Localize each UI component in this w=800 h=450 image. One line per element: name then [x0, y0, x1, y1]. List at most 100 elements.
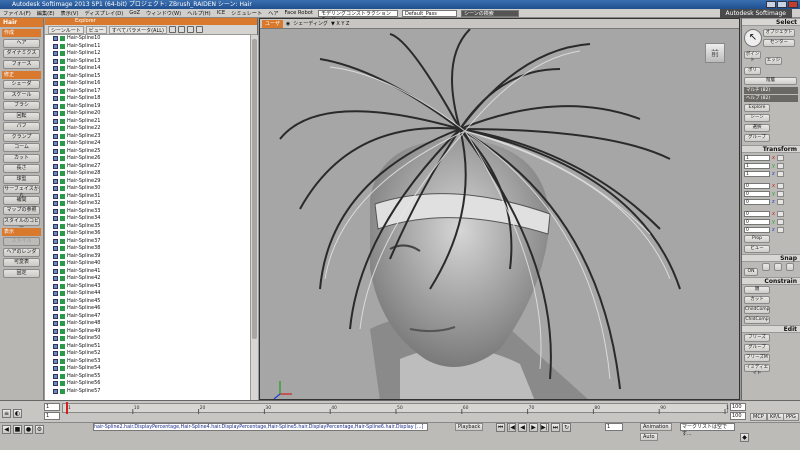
scene-search-input[interactable]: シーンの検索 — [460, 9, 519, 17]
modify-tool-button-3[interactable]: 回転 — [3, 111, 40, 121]
tree-item[interactable]: Hair-Spline57 — [45, 388, 250, 396]
constrain-parent-button[interactable]: 親 — [744, 286, 770, 294]
start-frame-field-2[interactable]: 1 — [44, 412, 60, 420]
end-frame-field-2[interactable]: 100 — [730, 412, 746, 420]
transform-value-field[interactable]: 0 — [744, 210, 770, 217]
expand-icon[interactable] — [53, 336, 58, 342]
expand-icon[interactable] — [53, 261, 58, 267]
modify-tool-button-6[interactable]: コーム — [3, 143, 40, 152]
tree-item[interactable]: Hair-Spline56 — [45, 380, 250, 388]
freeze-m-button[interactable]: フリーズM — [744, 354, 770, 362]
childcomp-button[interactable]: ChildComp — [744, 306, 770, 314]
toolbar-title[interactable]: Hair — [0, 18, 43, 27]
tree-item[interactable]: Hair-Spline27 — [45, 163, 250, 171]
modify-tool-button-2[interactable]: ブラシ — [3, 101, 40, 110]
expand-icon[interactable] — [53, 178, 58, 184]
transform-value-field[interactable]: 0 — [744, 226, 770, 233]
tree-item[interactable]: Hair-Spline44 — [45, 290, 250, 298]
tree-item[interactable]: Hair-Spline10 — [45, 35, 250, 43]
last-frame-icon[interactable]: ⏭ — [551, 423, 560, 432]
expand-icon[interactable] — [53, 193, 58, 199]
tree-item[interactable]: Hair-Spline22 — [45, 125, 250, 133]
group-button[interactable]: グループ — [744, 134, 770, 142]
view-button[interactable]: ビュー — [85, 25, 107, 34]
tree-item[interactable]: Hair-Spline30 — [45, 185, 250, 193]
tree-item[interactable]: Hair-Spline28 — [45, 170, 250, 178]
constrain-cut-button[interactable]: カット — [744, 296, 770, 304]
transform-value-field[interactable]: 1 — [744, 170, 770, 177]
menu-hair[interactable]: ヘア — [265, 10, 281, 17]
expand-icon[interactable] — [53, 358, 58, 364]
expand-icon[interactable] — [53, 43, 58, 49]
menu-file[interactable]: ファイル(F) — [0, 10, 34, 17]
tree-item[interactable]: Hair-Spline38 — [45, 245, 250, 253]
tree-item[interactable]: Hair-Spline12 — [45, 50, 250, 58]
expand-icon[interactable] — [53, 231, 58, 237]
expand-icon[interactable] — [53, 73, 58, 79]
expand-icon[interactable] — [53, 246, 58, 252]
end-frame-field[interactable]: 100 — [730, 403, 746, 411]
tree-item[interactable]: Hair-Spline26 — [45, 155, 250, 163]
keyframe-icon[interactable] — [776, 210, 784, 217]
expand-icon[interactable] — [53, 276, 58, 282]
expand-icon[interactable] — [53, 351, 58, 357]
snap-grid-icon[interactable] — [773, 263, 782, 271]
tree-item[interactable]: Hair-Spline15 — [45, 73, 250, 81]
modify-tool-button-4[interactable]: パフ — [3, 122, 40, 131]
tree-item[interactable]: Hair-Spline55 — [45, 373, 250, 381]
tree-item[interactable]: Hair-Spline50 — [45, 335, 250, 343]
timeline-track[interactable]: 1 10 20 30 40 50 60 70 80 90 100 — [62, 403, 729, 414]
snap-magnet-icon[interactable] — [761, 263, 770, 271]
tree-item[interactable]: Hair-Spline23 — [45, 133, 250, 141]
expand-icon[interactable] — [53, 343, 58, 349]
freeze-button[interactable]: フリーズ — [744, 334, 770, 342]
key-icon[interactable]: ◆ — [740, 433, 749, 442]
modify-tool-button-13[interactable]: スタイルのコピー — [3, 216, 40, 231]
expand-icon[interactable] — [53, 66, 58, 72]
transform-value-field[interactable]: 1 — [744, 154, 770, 161]
expand-icon[interactable] — [53, 51, 58, 57]
mcp-tab[interactable]: MCP — [750, 413, 767, 421]
keyframe-icon[interactable] — [776, 190, 784, 197]
menu-view[interactable]: 表示(V) — [58, 10, 82, 17]
transform-value-field[interactable]: 0 — [744, 182, 770, 189]
tree-item[interactable]: Hair-Spline20 — [45, 110, 250, 118]
loop-icon[interactable]: ↻ — [562, 423, 571, 432]
explore-button[interactable]: Explore — [744, 104, 770, 112]
expand-icon[interactable] — [53, 291, 58, 297]
select-edge-button[interactable]: エッジ — [764, 57, 782, 65]
keyframe-icon[interactable] — [776, 218, 784, 225]
expand-icon[interactable] — [53, 111, 58, 117]
modify-tool-button-8[interactable]: 長さ — [3, 164, 40, 173]
tree-item[interactable]: Hair-Spline29 — [45, 178, 250, 186]
tree-item[interactable]: Hair-Spline35 — [45, 223, 250, 231]
tree-item[interactable]: Hair-Spline51 — [45, 343, 250, 351]
menu-goz[interactable]: GoZ — [126, 10, 143, 16]
keyframe-icon[interactable] — [776, 198, 784, 205]
tree-item[interactable]: Hair-Spline49 — [45, 328, 250, 336]
camera-menu[interactable]: ユーザ — [262, 19, 283, 28]
eye-icon[interactable]: ◉ — [286, 21, 290, 27]
menu-display[interactable]: ディスプレイ(D) — [81, 10, 126, 17]
chldcomp-button[interactable]: ChldComp — [744, 316, 770, 324]
refresh-icon[interactable] — [195, 26, 203, 33]
modify-tool-button-0[interactable]: シェーダ — [3, 80, 40, 89]
expand-icon[interactable] — [53, 223, 58, 229]
tree-item[interactable]: Hair-Spline19 — [45, 103, 250, 111]
xyz-label[interactable]: ▼ X Y Z — [331, 21, 350, 27]
tree-item[interactable]: Hair-Spline53 — [45, 358, 250, 366]
menu-simulate[interactable]: シミュレート — [228, 10, 265, 17]
expand-icon[interactable] — [53, 306, 58, 312]
maximize-button[interactable] — [777, 1, 787, 8]
tree-item[interactable]: Hair-Spline18 — [45, 95, 250, 103]
prev-frame-icon[interactable]: ◀ — [518, 423, 527, 432]
tree-item[interactable]: Hair-Spline11 — [45, 43, 250, 51]
create-tool-button-2[interactable]: フォース — [3, 59, 40, 69]
tree-item[interactable]: Hair-Spline41 — [45, 268, 250, 276]
selection-field[interactable]: マルチ (82) — [744, 87, 798, 94]
expand-icon[interactable] — [53, 268, 58, 274]
expand-icon[interactable] — [53, 141, 58, 147]
tree-item[interactable]: Hair-Spline32 — [45, 200, 250, 208]
tree-item[interactable]: Hair-Spline14 — [45, 65, 250, 73]
expand-icon[interactable] — [53, 36, 58, 42]
